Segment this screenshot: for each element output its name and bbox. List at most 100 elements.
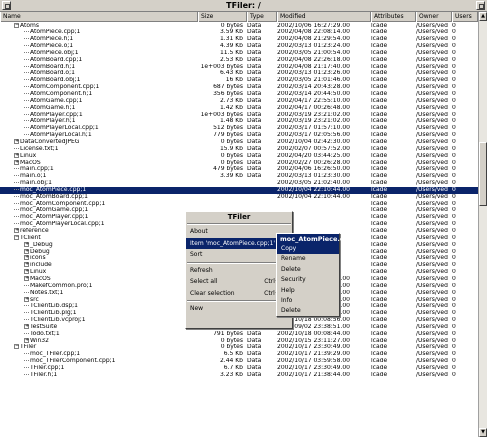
row-attr-cell: lcade <box>371 77 388 84</box>
expand-icon[interactable]: + <box>24 262 29 268</box>
expand-icon[interactable]: + <box>24 248 29 254</box>
expand-icon[interactable]: + <box>24 255 29 261</box>
row-name-cell: +icons <box>0 255 198 262</box>
scroll-up-button[interactable]: ▲ <box>479 12 487 21</box>
column-header-size[interactable]: Size <box>198 12 247 22</box>
row-owner-cell: /Users/ved <box>416 118 448 125</box>
expand-icon[interactable]: + <box>14 228 19 233</box>
table-row[interactable]: −TFiler 0 bytes Data 2002/10/17 23:30:49.00… <box>0 344 478 351</box>
table-row[interactable]: AtomPlayerLocal.cpp;1 512 bytes Data 2002/0… <box>0 125 478 132</box>
table-row[interactable]: AtomPiece.obj;1 11.5 Kb Data 2002/03/05 21:… <box>0 50 478 57</box>
collapse-icon[interactable]: − <box>14 234 19 240</box>
submenu-item[interactable]: Copy <box>277 244 339 255</box>
row-modified-cell: 2002/10/04 22:10:44.00 <box>277 186 350 193</box>
table-row[interactable]: AtomPiece.cpp;1 3.59 Kb Data 2002/04/08 22:… <box>0 29 478 36</box>
row-type-cell: Data <box>247 145 262 152</box>
row-name-label: AtomPiece.o;1 <box>30 43 74 50</box>
table-row[interactable]: TFiler.h;1 3.23 Kb Data 2002/10/17 21:38:44… <box>0 372 478 379</box>
table-row[interactable]: AtomPlayerLocal.h;1 779 bytes Data 2002/03/… <box>0 132 478 139</box>
scroll-down-button[interactable]: ▼ <box>479 428 487 437</box>
table-row[interactable]: AtomPiece.o;1 4.39 Kb Data 2002/03/13 01:23… <box>0 43 478 50</box>
table-row[interactable]: AtomPiece.h;1 1.31 Kb Data 2002/04/08 21:29… <box>0 36 478 43</box>
row-owner-cell: /Users/ved <box>416 193 448 200</box>
submenu-item[interactable]: Delete <box>277 306 339 316</box>
table-row[interactable]: AtomPlayer.h;1 1.48 Kb Data 2002/03/19 23:2… <box>0 118 478 125</box>
column-header-name[interactable]: Name <box>0 12 198 22</box>
table-row[interactable]: main.obj;1 2002/03/05 21:02:40.00 lcade/Us… <box>0 180 478 187</box>
expand-icon[interactable]: + <box>24 296 29 302</box>
row-name-label: MacOS <box>30 275 51 282</box>
expand-icon[interactable]: + <box>24 275 29 281</box>
table-row[interactable]: −Atoms 0 bytes Data 2002/10/06 16:27:29.00 l… <box>0 22 478 30</box>
submenu-item[interactable]: Security <box>277 275 339 285</box>
row-name-label: AtomBoard.cpp;1 <box>30 56 83 63</box>
table-row[interactable]: AtomBoard.cpp;1 2.53 Kb Data 2002/04/08 22:… <box>0 57 478 64</box>
table-row[interactable]: +Linux 0 bytes Data 2002/04/20 03:44:25.00 l… <box>0 152 478 160</box>
row-name-label: AtomPiece.obj;1 <box>30 49 79 56</box>
maximize-button[interactable] <box>476 1 485 10</box>
row-users-cell: 0 <box>452 138 456 145</box>
row-size-cell: 1.48 Kb <box>219 118 243 125</box>
table-row[interactable]: AtomBoard.obj;1 16 Kb Data 2002/03/05 21:01… <box>0 77 478 84</box>
tree-connector-icon <box>14 209 19 211</box>
row-name-cell: main.obj;1 <box>0 180 198 187</box>
table-row[interactable]: AtomBoard.o;1 6.43 Kb Data 2002/03/13 01:23… <box>0 70 478 77</box>
expand-icon[interactable]: + <box>24 323 29 329</box>
column-header-attributes[interactable]: Attributes <box>371 12 416 22</box>
scroll-thumb[interactable] <box>479 142 487 206</box>
expand-icon[interactable]: + <box>14 152 19 158</box>
table-row[interactable]: Todo.txt;1 791 bytes Data 2002/10/18 00:08:… <box>0 331 478 338</box>
table-row[interactable]: AtomGame.h;1 1.42 Kb Data 2002/04/17 00:26:… <box>0 105 478 112</box>
table-row[interactable]: License.txt;1 15.9 Kb Data 2002/02/07 00:57… <box>0 146 478 153</box>
table-row[interactable]: moc_TFiler.cpp;1 6.5 Kb Data 2002/10/17 21:… <box>0 351 478 358</box>
column-header-owner[interactable]: Owner <box>416 12 452 22</box>
table-row[interactable]: moc_AtomBoard.cpp;1 2002/10/04 22:10:44.0… <box>0 194 478 201</box>
table-row[interactable]: +DataConvertedJPEG 0 bytes Data 2002/10/04 … <box>0 138 478 146</box>
expand-icon[interactable]: + <box>24 241 29 247</box>
collapse-icon[interactable]: − <box>14 22 19 28</box>
row-users-cell: 0 <box>452 180 456 187</box>
row-attr-cell: lcade <box>371 303 388 310</box>
table-row[interactable]: main.cpp;1 479 bytes Data 2002/04/06 16:26:… <box>0 166 478 173</box>
table-row[interactable]: +MacOS 0 bytes Data 2002/02/27 00:26:28.00 l… <box>0 159 478 167</box>
table-row[interactable]: AtomPlayer.cpp;1 1e+003 bytes Data 2002/03/… <box>0 112 478 119</box>
expand-icon[interactable]: + <box>14 159 19 165</box>
expand-icon[interactable]: + <box>14 138 19 144</box>
row-owner-cell: /Users/ved <box>416 97 448 104</box>
column-header-modified[interactable]: Modified <box>277 12 371 22</box>
row-owner-cell: /Users/ved <box>416 269 448 276</box>
vertical-scrollbar[interactable]: ▲ ▼ <box>478 12 487 437</box>
row-name-cell: +src <box>0 296 198 304</box>
row-users-cell: 0 <box>452 104 456 111</box>
submenu-item[interactable]: Info <box>277 296 339 306</box>
collapse-icon[interactable]: − <box>14 344 19 350</box>
table-row[interactable]: main.o;1 3.39 Kb Data 2002/03/13 01:23:30.0… <box>0 173 478 180</box>
table-row[interactable]: moc_TFilerComponent.cpp;1 2.44 Kb Data 2002… <box>0 358 478 365</box>
row-attr-cell: lcade <box>371 97 388 104</box>
row-name-label: License.txt;1 <box>20 145 59 152</box>
expand-icon[interactable]: + <box>24 269 29 275</box>
table-row[interactable]: TFiler.cpp;1 6.7 Kb Data 2002/10/17 23:30:4… <box>0 365 478 372</box>
row-attr-cell: lcade <box>371 323 388 330</box>
submenu-item[interactable]: Help <box>277 286 339 296</box>
row-attr-cell: lcade <box>371 296 388 303</box>
table-row[interactable]: AtomComponent.cpp;1 687 bytes Data 2002/03/… <box>0 84 478 91</box>
table-row[interactable]: AtomBoard.h;1 1e+003 bytes Data 2002/04/08 … <box>0 64 478 71</box>
row-owner-cell: /Users/ved <box>416 125 448 132</box>
table-row[interactable]: moc_AtomComponent.cpp;1 lcade/Users/ved 0 <box>0 201 478 208</box>
column-header-type[interactable]: Type <box>247 12 277 22</box>
row-name-cell: +reference <box>0 228 198 235</box>
row-attr-cell: lcade <box>371 63 388 70</box>
row-modified-cell: 2002/10/17 21:38:44.00 <box>277 371 350 378</box>
table-row[interactable]: AtomGame.cpp;1 2.73 Kb Data 2002/04/17 22:5… <box>0 98 478 105</box>
row-users-cell: 0 <box>452 323 456 330</box>
submenu-item[interactable]: Delete <box>277 265 339 275</box>
column-header-users[interactable]: Users <box>452 12 478 22</box>
table-row[interactable]: moc_AtomPiece.cpp;1 2002/10/04 22:10:44.0… <box>0 186 478 194</box>
expand-icon[interactable]: + <box>24 337 29 343</box>
submenu-item[interactable]: Rename <box>277 254 339 264</box>
row-owner-cell: /Users/ved <box>416 138 448 145</box>
table-row[interactable]: +Win32 0 bytes Data 2002/10/15 23:11:27.00 l… <box>0 337 478 345</box>
table-row[interactable]: AtomComponent.h;1 356 bytes Data 2002/03/14… <box>0 91 478 98</box>
row-attr-cell: lcade <box>371 56 388 63</box>
